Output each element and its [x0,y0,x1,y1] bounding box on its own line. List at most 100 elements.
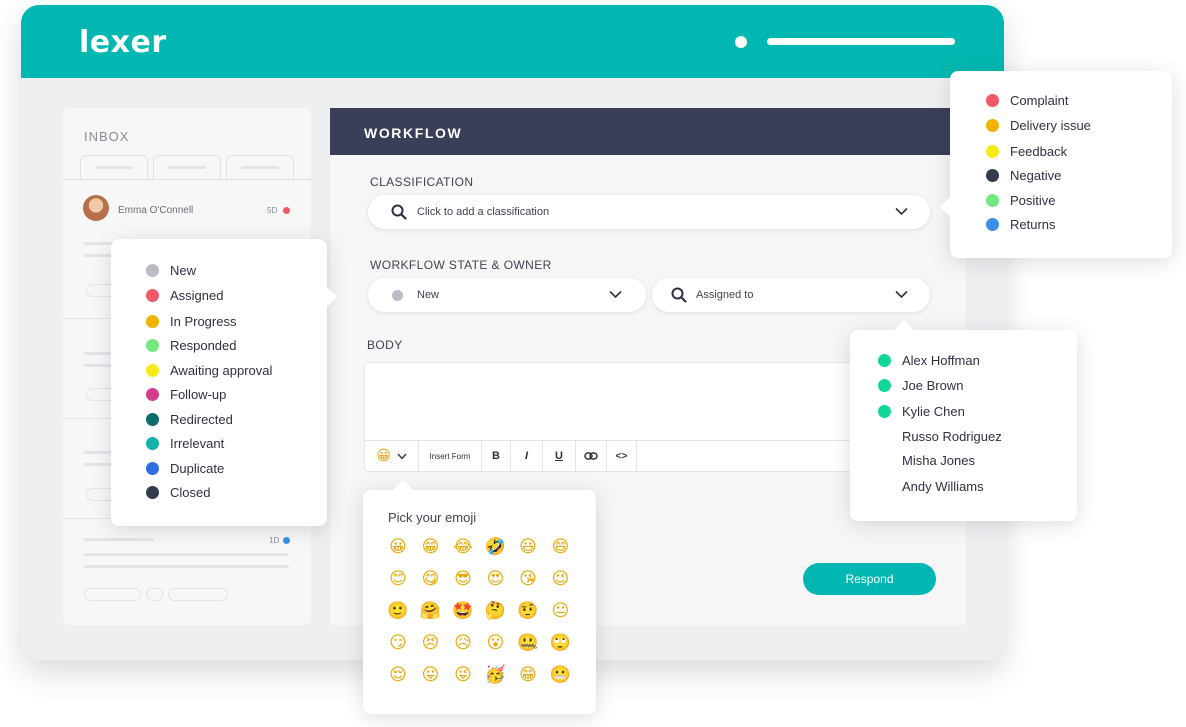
bold-button[interactable]: B [482,441,511,471]
emoji-option[interactable]: 😁 [419,535,443,559]
emoji-option[interactable]: 🤨 [516,599,540,623]
classification-option-complaint[interactable]: Complaint [986,93,1069,108]
emoji-option[interactable]: 😣 [419,631,443,655]
classification-select[interactable]: Click to add a classification [368,195,930,229]
emoji-option[interactable]: 😂 [451,535,475,559]
insert-form-button[interactable]: Insert Form [419,441,482,471]
status-option-redirected[interactable]: Redirected [146,412,233,427]
classification-dot [986,145,999,158]
editor-toolbar: 😀 Insert Form B I U <> [365,440,873,471]
status-option-assigned[interactable]: Assigned [146,288,223,303]
status-option-irrelevant[interactable]: Irrelevant [146,436,224,451]
classification-dot [986,194,999,207]
emoji-option[interactable]: 😘 [516,567,540,591]
body-editor[interactable]: 😀 Insert Form B I U <> [364,362,874,472]
emoji-button[interactable]: 😀 [365,441,419,471]
emoji-option[interactable]: 🥳 [484,663,508,687]
classification-dot [986,169,999,182]
emoji-option[interactable]: 😮 [484,631,508,655]
owner-placeholder: Assigned to [696,289,754,301]
owner-option-andy-williams[interactable]: Andy Williams [878,479,984,494]
emoji-option[interactable]: 😎 [451,567,475,591]
classification-option-delivery-issue[interactable]: Delivery issue [986,118,1091,133]
online-dot [878,354,891,367]
status-option-new[interactable]: New [146,263,196,278]
emoji-option[interactable]: 😏 [386,631,410,655]
link-button[interactable] [576,441,607,471]
emoji-option[interactable]: 😉 [549,567,573,591]
emoji-option[interactable]: 🙄 [549,631,573,655]
owner-option-joe-brown[interactable]: Joe Brown [878,378,963,393]
inbox-item-age: 5D [267,206,278,215]
respond-button[interactable]: Respond [803,563,936,595]
message-preview-line [84,538,154,541]
online-dot [878,379,891,392]
top-bar-placeholder [767,38,955,45]
user-status-dot [735,36,747,48]
inbox-item-status-dot [283,537,290,544]
classification-option-negative[interactable]: Negative [986,168,1061,183]
italic-button[interactable]: I [511,441,543,471]
emoji-option[interactable]: 😐 [549,599,573,623]
emoji-option[interactable]: 🤗 [419,599,443,623]
classification-dot [986,94,999,107]
inbox-tab-2[interactable] [153,155,221,179]
lexer-logo[interactable]: lexer [79,25,167,60]
emoji-option[interactable]: 😊 [386,567,410,591]
emoji-option[interactable]: 😜 [451,663,475,687]
owner-option-russo-rodriguez[interactable]: Russo Rodriguez [878,429,1002,444]
emoji-option[interactable]: 😃 [516,535,540,559]
status-dot [146,413,159,426]
status-dot [146,462,159,475]
emoji-option[interactable]: 🤐 [516,631,540,655]
message-preview-line [84,553,289,556]
status-dropdown: New Assigned In Progress Responded Await… [111,239,337,526]
emoji-option[interactable]: 🤩 [451,599,475,623]
emoji-option[interactable]: 😌 [386,663,410,687]
emoji-option[interactable]: 😁 [516,663,540,687]
inbox-tab-3[interactable] [226,155,294,179]
workflow-state-select[interactable]: New [368,278,646,312]
owner-option-kylie-chen[interactable]: Kylie Chen [878,404,965,419]
classification-dot [986,119,999,132]
status-option-duplicate[interactable]: Duplicate [146,461,224,476]
tag-pill [168,588,228,601]
emoji-option[interactable]: 🤔 [484,599,508,623]
search-icon [391,204,407,220]
status-option-awaiting-approval[interactable]: Awaiting approval [146,363,272,378]
chevron-down-icon [609,290,622,299]
inbox-item-name[interactable]: Emma O'Connell [118,205,193,216]
classification-option-feedback[interactable]: Feedback [986,144,1067,159]
avatar [83,195,109,221]
emoji-option[interactable]: 😍 [484,567,508,591]
online-dot [878,405,891,418]
state-new-dot [392,290,403,301]
emoji-option[interactable]: 😄 [549,535,573,559]
status-option-responded[interactable]: Responded [146,338,237,353]
emoji-option[interactable]: 🤣 [484,535,508,559]
owner-option-alex-hoffman[interactable]: Alex Hoffman [878,353,980,368]
workflow-header: WORKFLOW [330,108,966,155]
emoji-option[interactable]: 😬 [549,663,573,687]
status-option-follow-up[interactable]: Follow-up [146,387,226,402]
inbox-divider [63,179,311,180]
underline-button[interactable]: U [543,441,576,471]
emoji-option[interactable]: 😋 [419,567,443,591]
search-icon [671,287,687,303]
status-option-in-progress[interactable]: In Progress [146,314,236,329]
classification-option-returns[interactable]: Returns [986,217,1056,232]
status-dot [146,388,159,401]
emoji-option[interactable]: 😛 [419,663,443,687]
code-button[interactable]: <> [607,441,637,471]
owner-select[interactable]: Assigned to [652,278,930,312]
status-dot [146,264,159,277]
tag-pill [84,588,141,601]
workflow-state-value: New [417,289,440,301]
owner-option-misha-jones[interactable]: Misha Jones [878,453,975,468]
inbox-tab-1[interactable] [80,155,148,179]
classification-option-positive[interactable]: Positive [986,193,1056,208]
emoji-option[interactable]: 🙂 [386,599,410,623]
status-option-closed[interactable]: Closed [146,485,210,500]
emoji-option[interactable]: 😥 [451,631,475,655]
emoji-option[interactable]: 😀 [386,535,410,559]
